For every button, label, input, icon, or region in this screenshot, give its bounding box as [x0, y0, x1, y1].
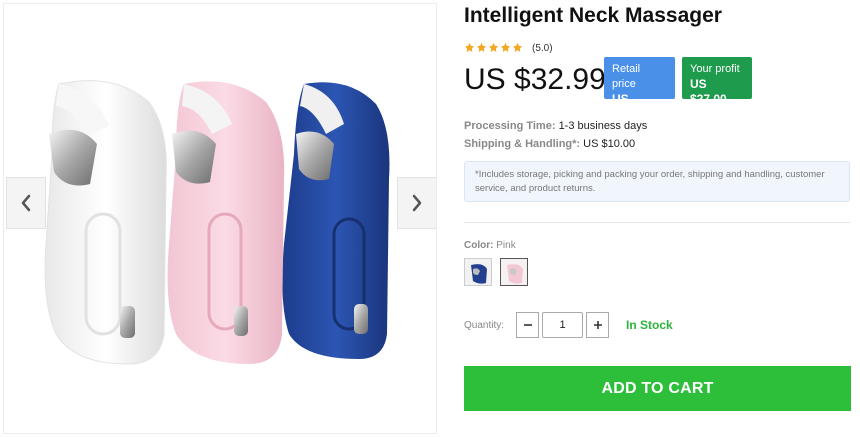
color-swatch-navy[interactable] [464, 258, 492, 286]
profit-badge: Your profit US $27.00 [682, 57, 752, 106]
color-value: Pink [496, 240, 516, 251]
product-details: Intelligent Neck Massager (5.0) US $32.9… [464, 0, 852, 437]
navy-massager-thumbnail [465, 259, 491, 285]
product-price: US $32.99 [464, 63, 606, 96]
product-title: Intelligent Neck Massager [464, 4, 722, 27]
star-icon [464, 42, 475, 52]
quantity-decrease-button[interactable] [516, 312, 539, 338]
minus-icon [523, 324, 532, 326]
neck-massager-image [44, 80, 390, 365]
shipping-value: US $10.00 [583, 138, 636, 150]
chevron-left-icon [21, 194, 31, 212]
gallery-next-button[interactable] [397, 177, 436, 229]
profit-value: US $27.00 [690, 77, 727, 106]
plus-icon [593, 321, 602, 329]
shipping-handling: Shipping & Handling*: US $10.00 [464, 138, 635, 150]
processing-time-label: Processing Time: [464, 120, 556, 132]
pink-massager-thumbnail [501, 259, 527, 285]
star-icon [476, 42, 487, 52]
color-label: Color: [464, 240, 494, 251]
divider [464, 222, 850, 223]
shipping-note: *Includes storage, picking and packing y… [464, 161, 850, 202]
processing-time: Processing Time: 1-3 business days [464, 120, 647, 132]
color-swatch-pink[interactable] [500, 258, 528, 286]
star-icon [488, 42, 499, 52]
chevron-right-icon [412, 194, 422, 212]
star-rating [464, 42, 523, 53]
add-to-cart-button[interactable]: ADD TO CART [464, 366, 851, 411]
star-icon [500, 42, 511, 52]
rating-value: (5.0) [532, 43, 553, 54]
stock-status: In Stock [626, 318, 673, 332]
quantity-input[interactable] [542, 312, 583, 338]
star-icon [512, 42, 523, 52]
quantity-increase-button[interactable] [586, 312, 609, 338]
gallery-prev-button[interactable] [6, 177, 46, 229]
shipping-label: Shipping & Handling*: [464, 138, 581, 150]
profit-label: Your profit [690, 63, 740, 75]
quantity-label: Quantity: [464, 320, 505, 331]
retail-price-label: Retail price [612, 63, 641, 90]
processing-time-value: 1-3 business days [558, 120, 648, 132]
product-image-gallery [3, 3, 437, 434]
retail-price-value: US $69.99 [612, 92, 649, 121]
color-selector-label: Color: Pink [464, 240, 516, 251]
retail-price-badge: Retail price US $69.99 [604, 57, 675, 121]
